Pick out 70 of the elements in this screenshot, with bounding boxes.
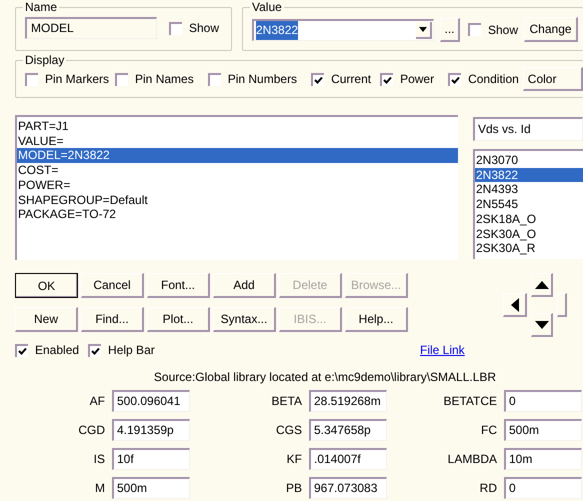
list-item[interactable]: SHAPEGROUP=Default	[17, 192, 458, 208]
dialog-button[interactable]: Help...	[345, 307, 408, 332]
checkbox-label[interactable]: Power	[400, 72, 434, 86]
checkbox-label[interactable]: Pin Names	[135, 72, 194, 86]
dialog-button[interactable]: Syntax...	[213, 307, 276, 332]
parameter-field[interactable]: 4.191359p	[112, 419, 190, 441]
browse-button[interactable]: ...	[440, 18, 460, 42]
list-item[interactable]: 2SK30A_O	[475, 226, 583, 242]
model-list[interactable]: 2N3070 2N3822 2N4393 2N5545 2SK18A_O 2SK30A_O 2SK30A_R	[473, 149, 583, 259]
list-item[interactable]: 2N3070	[475, 153, 583, 168]
checkbox-label[interactable]: Condition	[468, 72, 519, 86]
attribute-list[interactable]: PART=J1 VALUE= MODEL=2N3822 COST= POWER= SHAPEGROUP=Default PACKAGE=TO-72	[15, 115, 458, 260]
checkbox-label[interactable]: Help Bar	[108, 343, 155, 357]
parameter-field[interactable]: 500m	[112, 477, 190, 499]
value-combo[interactable]: 2N3822	[252, 18, 434, 40]
parameter-field[interactable]: 500.096041	[112, 390, 190, 412]
dialog-button[interactable]: Cancel	[81, 273, 144, 298]
parameter-label: FC	[480, 422, 497, 439]
group-label: Name	[24, 1, 58, 13]
parameter-label: PB	[284, 480, 302, 497]
parameter-label: IS	[92, 451, 105, 468]
source-text: Source:Global library located at e:\mc9demo\library\SMALL.LBR	[152, 370, 498, 384]
parameter-label: M	[94, 480, 105, 497]
checkbox-label[interactable]: Pin Numbers	[228, 72, 298, 86]
parameter-field[interactable]: 10f	[112, 448, 190, 470]
dialog-button[interactable]: Font...	[147, 273, 210, 298]
parameter-label: AF	[88, 393, 105, 410]
dialog-button[interactable]: Find...	[81, 307, 144, 332]
dialog-button[interactable]: Plot...	[147, 307, 210, 332]
dialog-button[interactable]: OK	[15, 273, 78, 298]
parameter-label: CGD	[77, 422, 105, 439]
list-item[interactable]: MODEL=2N3822	[17, 148, 458, 164]
parameter-label: BETATCE	[442, 393, 497, 410]
list-item[interactable]: 2SK30A_R	[475, 241, 583, 256]
list-item[interactable]: 2N3822	[475, 168, 583, 182]
parameter-field[interactable]: 28.519268m	[309, 390, 387, 412]
checkbox-label[interactable]: Show	[488, 22, 518, 36]
dialog-button[interactable]: Add	[213, 273, 276, 298]
list-item[interactable]: VALUE=	[17, 134, 458, 148]
dialog-button[interactable]: New	[15, 307, 78, 332]
group-label: Display	[24, 54, 66, 66]
checkbox-label[interactable]: Show	[189, 21, 220, 35]
list-item[interactable]: PART=J1	[17, 119, 458, 134]
parameter-field[interactable]: 967.073083	[309, 477, 387, 499]
list-item[interactable]: 2N4393	[475, 182, 583, 198]
parameter-label: CGS	[274, 422, 302, 439]
plot-combo[interactable]: Vds vs. Id	[473, 117, 583, 141]
color-button[interactable]: Color	[522, 67, 583, 91]
checkbox-label[interactable]: Current	[331, 72, 372, 86]
parameter-label: BETA	[270, 393, 302, 410]
list-item[interactable]: COST=	[17, 163, 458, 178]
group-label: Value	[251, 1, 283, 13]
checkbox-label[interactable]: Pin Markers	[45, 72, 110, 86]
list-item[interactable]: 2SK18A_O	[475, 212, 583, 227]
parameter-field[interactable]: 10m	[504, 448, 582, 470]
name-field[interactable]: MODEL	[25, 17, 157, 39]
list-item[interactable]: POWER=	[17, 178, 458, 193]
checkbox-label[interactable]: Enabled	[35, 343, 80, 357]
parameter-field[interactable]: .014007f	[309, 448, 387, 470]
parameter-field[interactable]: 500m	[504, 419, 582, 441]
parameter-label: KF	[286, 451, 302, 468]
file-link[interactable]: File Link	[420, 343, 465, 357]
parameter-label: RD	[478, 480, 497, 497]
change-button[interactable]: Change	[524, 17, 578, 42]
list-item[interactable]: 2N5545	[475, 197, 583, 212]
parameter-field[interactable]: 5.347658p	[309, 419, 387, 441]
parameter-label: LAMBDA	[446, 451, 497, 468]
parameter-field[interactable]: 0	[504, 477, 582, 499]
parameter-field[interactable]: 0	[504, 390, 582, 412]
list-item[interactable]: PACKAGE=TO-72	[17, 207, 458, 222]
